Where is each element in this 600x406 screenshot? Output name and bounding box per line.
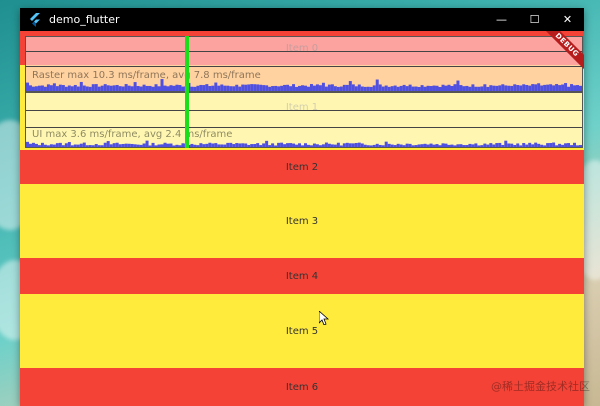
list-item-2[interactable]: Item 2 — [20, 150, 584, 184]
list-item-label: Item 1 — [285, 102, 319, 113]
list-item-3[interactable]: Item 3 — [20, 184, 584, 258]
list-item-label: Item 6 — [285, 381, 319, 393]
list-item-label: Item 5 — [285, 325, 319, 337]
watermark: @稀土掘金技术社区 — [491, 380, 590, 393]
list-item-1[interactable]: Item 1 — [20, 65, 584, 150]
window-title: demo_flutter — [49, 13, 120, 26]
window-controls: — ☐ ✕ — [485, 8, 584, 31]
list-item-label: Item 0 — [285, 42, 319, 54]
list-item-label: Item 3 — [285, 215, 319, 227]
app-window: demo_flutter — ☐ ✕ Item 0 Item 1 Item 2 … — [20, 8, 584, 406]
title-bar[interactable]: demo_flutter — ☐ ✕ — [20, 8, 584, 31]
list-item-0[interactable]: Item 0 — [20, 31, 584, 65]
debug-banner-text: DEBUG — [538, 31, 584, 74]
minimize-button[interactable]: — — [485, 8, 518, 31]
list-item-4[interactable]: Item 4 — [20, 258, 584, 294]
mouse-pointer-icon — [319, 311, 329, 325]
list-item-5[interactable]: Item 5 — [20, 294, 584, 368]
close-button[interactable]: ✕ — [551, 8, 584, 31]
flutter-icon — [30, 12, 40, 27]
list-item-label: Item 2 — [285, 161, 319, 173]
list-view[interactable]: Item 0 Item 1 Item 2 Item 3 Item 4 Item … — [20, 31, 584, 406]
list-item-label: Item 4 — [285, 270, 319, 282]
maximize-button[interactable]: ☐ — [518, 8, 551, 31]
debug-banner: DEBUG — [536, 31, 584, 79]
